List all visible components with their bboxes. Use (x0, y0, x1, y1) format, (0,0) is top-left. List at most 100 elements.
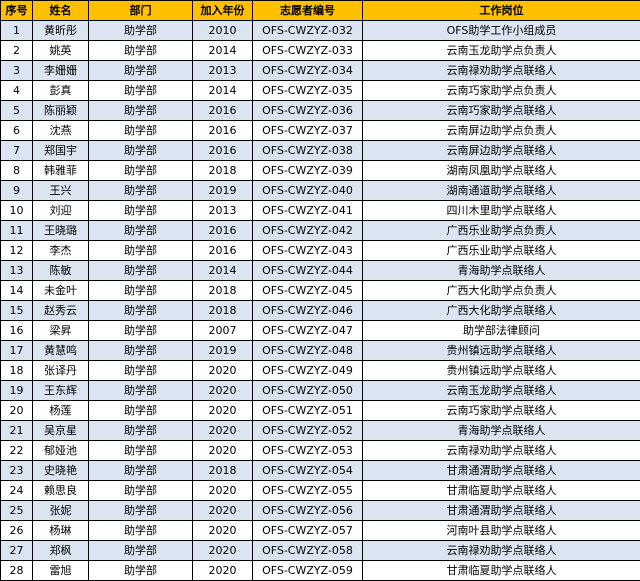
cell-name: 王兴 (33, 181, 89, 201)
cell-index: 14 (1, 281, 33, 301)
cell-name: 吴京星 (33, 421, 89, 441)
cell-index: 4 (1, 81, 33, 101)
cell-name: 彭真 (33, 81, 89, 101)
cell-position: 云南巧家助学点联络人 (363, 101, 640, 121)
cell-index: 5 (1, 101, 33, 121)
cell-index: 21 (1, 421, 33, 441)
cell-join-year: 2020 (193, 361, 253, 381)
cell-volunteer-id: OFS-CWZYZ-046 (253, 301, 363, 321)
cell-name: 张妮 (33, 501, 89, 521)
cell-department: 助学部 (89, 281, 193, 301)
cell-volunteer-id: OFS-CWZYZ-042 (253, 221, 363, 241)
cell-index: 20 (1, 401, 33, 421)
cell-department: 助学部 (89, 441, 193, 461)
cell-name: 黄慧鸣 (33, 341, 89, 361)
cell-join-year: 2019 (193, 341, 253, 361)
cell-join-year: 2014 (193, 261, 253, 281)
cell-department: 助学部 (89, 181, 193, 201)
table-row: 9王兴助学部2019OFS-CWZYZ-040湖南通道助学点联络人 (1, 181, 640, 201)
cell-join-year: 2016 (193, 221, 253, 241)
cell-volunteer-id: OFS-CWZYZ-055 (253, 481, 363, 501)
cell-volunteer-id: OFS-CWZYZ-045 (253, 281, 363, 301)
cell-position: OFS助学工作小组成员 (363, 21, 640, 41)
cell-join-year: 2018 (193, 281, 253, 301)
cell-volunteer-id: OFS-CWZYZ-044 (253, 261, 363, 281)
cell-name: 赖思良 (33, 481, 89, 501)
cell-join-year: 2020 (193, 501, 253, 521)
cell-volunteer-id: OFS-CWZYZ-059 (253, 561, 363, 581)
table-row: 18张译丹助学部2020OFS-CWZYZ-049贵州镇远助学点联络人 (1, 361, 640, 381)
table-row: 4彭真助学部2014OFS-CWZYZ-035云南巧家助学点负责人 (1, 81, 640, 101)
cell-volunteer-id: OFS-CWZYZ-039 (253, 161, 363, 181)
cell-volunteer-id: OFS-CWZYZ-053 (253, 441, 363, 461)
cell-index: 24 (1, 481, 33, 501)
cell-volunteer-id: OFS-CWZYZ-048 (253, 341, 363, 361)
table-row: 19王东辉助学部2020OFS-CWZYZ-050云南玉龙助学点联络人 (1, 381, 640, 401)
cell-name: 姚英 (33, 41, 89, 61)
cell-index: 1 (1, 21, 33, 41)
table-row: 8韩雅菲助学部2018OFS-CWZYZ-039湖南凤凰助学点联络人 (1, 161, 640, 181)
cell-position: 助学部法律顾问 (363, 321, 640, 341)
cell-department: 助学部 (89, 521, 193, 541)
cell-name: 史晓艳 (33, 461, 89, 481)
cell-name: 陈敏 (33, 261, 89, 281)
cell-volunteer-id: OFS-CWZYZ-054 (253, 461, 363, 481)
cell-position: 贵州镇远助学点联络人 (363, 341, 640, 361)
cell-index: 10 (1, 201, 33, 221)
cell-join-year: 2007 (193, 321, 253, 341)
table-row: 16梁昇助学部2007OFS-CWZYZ-047助学部法律顾问 (1, 321, 640, 341)
table-row: 21吴京星助学部2020OFS-CWZYZ-052青海助学点联络人 (1, 421, 640, 441)
cell-position: 云南禄劝助学点联络人 (363, 441, 640, 461)
cell-position: 广西大化助学点负责人 (363, 281, 640, 301)
cell-name: 郑国宇 (33, 141, 89, 161)
cell-name: 未金叶 (33, 281, 89, 301)
cell-join-year: 2020 (193, 381, 253, 401)
table-row: 12李杰助学部2016OFS-CWZYZ-043广西乐业助学点联络人 (1, 241, 640, 261)
cell-department: 助学部 (89, 421, 193, 441)
cell-name: 陈丽颖 (33, 101, 89, 121)
cell-join-year: 2020 (193, 541, 253, 561)
cell-position: 云南玉龙助学点负责人 (363, 41, 640, 61)
table-row: 23史晓艳助学部2018OFS-CWZYZ-054甘肃通渭助学点联络人 (1, 461, 640, 481)
table-row: 14未金叶助学部2018OFS-CWZYZ-045广西大化助学点负责人 (1, 281, 640, 301)
cell-name: 赵秀云 (33, 301, 89, 321)
cell-volunteer-id: OFS-CWZYZ-035 (253, 81, 363, 101)
table-row: 26杨琳助学部2020OFS-CWZYZ-057河南叶县助学点联络人 (1, 521, 640, 541)
cell-position: 湖南凤凰助学点联络人 (363, 161, 640, 181)
volunteer-table: 序号 姓名 部门 加入年份 志愿者编号 工作岗位 1黄昕彤助学部2010OFS-… (0, 0, 640, 581)
table-row: 27郑枫助学部2020OFS-CWZYZ-058云南禄劝助学点联络人 (1, 541, 640, 561)
table-row: 15赵秀云助学部2018OFS-CWZYZ-046广西大化助学点联络人 (1, 301, 640, 321)
table-row: 10刘迎助学部2013OFS-CWZYZ-041四川木里助学点联络人 (1, 201, 640, 221)
cell-department: 助学部 (89, 61, 193, 81)
cell-volunteer-id: OFS-CWZYZ-041 (253, 201, 363, 221)
cell-volunteer-id: OFS-CWZYZ-043 (253, 241, 363, 261)
cell-position: 云南巧家助学点联络人 (363, 401, 640, 421)
table-header: 序号 姓名 部门 加入年份 志愿者编号 工作岗位 (1, 1, 640, 21)
cell-department: 助学部 (89, 541, 193, 561)
table-row: 28雷旭助学部2020OFS-CWZYZ-059甘肃临夏助学点联络人 (1, 561, 640, 581)
cell-join-year: 2020 (193, 521, 253, 541)
cell-department: 助学部 (89, 461, 193, 481)
header-department: 部门 (89, 1, 193, 21)
cell-join-year: 2016 (193, 101, 253, 121)
cell-join-year: 2010 (193, 21, 253, 41)
cell-volunteer-id: OFS-CWZYZ-032 (253, 21, 363, 41)
cell-index: 9 (1, 181, 33, 201)
cell-name: 黄昕彤 (33, 21, 89, 41)
cell-department: 助学部 (89, 141, 193, 161)
cell-volunteer-id: OFS-CWZYZ-056 (253, 501, 363, 521)
cell-index: 27 (1, 541, 33, 561)
cell-join-year: 2018 (193, 161, 253, 181)
cell-volunteer-id: OFS-CWZYZ-050 (253, 381, 363, 401)
cell-index: 8 (1, 161, 33, 181)
cell-join-year: 2018 (193, 461, 253, 481)
table-body: 1黄昕彤助学部2010OFS-CWZYZ-032OFS助学工作小组成员2姚英助学… (1, 21, 640, 581)
cell-index: 16 (1, 321, 33, 341)
cell-position: 甘肃临夏助学点联络人 (363, 561, 640, 581)
cell-department: 助学部 (89, 561, 193, 581)
cell-name: 杨琳 (33, 521, 89, 541)
cell-position: 河南叶县助学点联络人 (363, 521, 640, 541)
cell-index: 26 (1, 521, 33, 541)
cell-join-year: 2013 (193, 61, 253, 81)
cell-name: 李姗姗 (33, 61, 89, 81)
